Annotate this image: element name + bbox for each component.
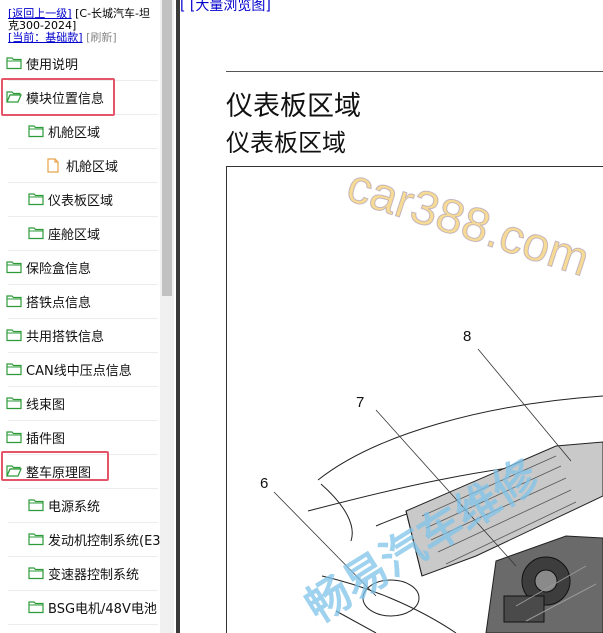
folder-icon	[28, 192, 44, 206]
tree-item-label: 机舱区域	[66, 159, 119, 175]
sidebar-tree: [返回上一级] [C-长城汽车-坦克300-2024] [当前：基础款] [刷新…	[0, 0, 160, 633]
tree-item[interactable]: 机舱区域	[28, 116, 100, 146]
tree-item[interactable]: 机舱区域	[46, 150, 118, 180]
tree-separator	[8, 420, 158, 421]
tree-item-label: 座舱区域	[48, 227, 101, 243]
tree-item[interactable]: 线束图	[6, 388, 65, 418]
refresh-link[interactable]: [刷新]	[86, 31, 117, 44]
tree-separator	[8, 250, 158, 251]
tree-separator	[8, 590, 158, 591]
tree-item-label: 变速器控制系统	[48, 567, 140, 583]
tree-separator	[8, 386, 158, 387]
tree-item[interactable]: 发动机控制系统(E3	[28, 524, 160, 554]
tree-item-label: 线束图	[26, 397, 66, 413]
callout-7: 7	[356, 394, 364, 411]
folder-icon	[28, 498, 44, 512]
tree-item[interactable]: CAN线中压点信息	[6, 354, 132, 384]
tree-item[interactable]: 搭铁点信息	[6, 286, 91, 316]
folder-icon	[28, 532, 44, 546]
folder-icon	[28, 226, 44, 240]
tree-separator	[8, 182, 158, 183]
folder-icon	[6, 294, 22, 308]
folder-icon	[6, 328, 22, 342]
tree-item-label: 使用说明	[26, 57, 79, 73]
tree-item-label: BSG电机/48V电池	[48, 601, 157, 617]
tree-item[interactable]: 插件图	[6, 422, 65, 452]
tree-separator	[8, 522, 158, 523]
tree-item[interactable]: 保险盒信息	[6, 252, 91, 282]
tree-separator	[8, 556, 158, 557]
tree-item-label: 保险盒信息	[26, 261, 92, 277]
tree-item[interactable]: 共用搭铁信息	[6, 320, 104, 350]
tree-separator	[8, 216, 158, 217]
tree-separator	[8, 624, 158, 625]
highlight-box-vehicle-schematic	[1, 451, 109, 481]
tree-item-label: 插件图	[26, 431, 66, 447]
tree-item-label: CAN线中压点信息	[26, 363, 132, 379]
large-view-link[interactable]: [ [大量浏览图]	[180, 0, 271, 15]
tree-item-label: 搭铁点信息	[26, 295, 92, 311]
folder-icon	[28, 566, 44, 580]
folder-icon	[28, 600, 44, 614]
folder-icon	[6, 362, 22, 376]
tree-separator	[8, 318, 158, 319]
tree-item[interactable]: 使用说明	[6, 48, 78, 78]
tree-item[interactable]: BSG电机/48V电池	[28, 592, 157, 622]
title-rule	[226, 71, 603, 72]
folder-icon	[6, 396, 22, 410]
folder-icon	[28, 124, 44, 138]
page-title: 仪表板区域	[226, 91, 361, 122]
callout-6: 6	[260, 475, 268, 492]
folder-icon	[6, 430, 22, 444]
tree-item[interactable]: 座舱区域	[28, 218, 100, 248]
sidebar-scrollbar-thumb[interactable]	[162, 0, 172, 296]
tree-item[interactable]: 电源系统	[28, 490, 100, 520]
tree-item-label: 机舱区域	[48, 125, 101, 141]
tree-item-label: 仪表板区域	[48, 193, 114, 209]
tree-separator	[8, 284, 158, 285]
tree-item[interactable]: 仪表板区域	[28, 184, 113, 214]
tree-separator	[8, 488, 158, 489]
tree-separator	[8, 148, 158, 149]
content-pane: [ [大量浏览图] 仪表板区域 仪表板区域 8 7 6 car388.com 畅…	[180, 0, 603, 633]
tree-item-label: 发动机控制系统(E3	[48, 533, 160, 549]
tree-item-label: 电源系统	[48, 499, 101, 515]
folder-icon	[6, 56, 22, 70]
tree-item-label: 共用搭铁信息	[26, 329, 105, 345]
callout-8: 8	[463, 328, 471, 345]
current-trim-link[interactable]: [当前：基础款]	[8, 31, 83, 44]
sidebar-header: [返回上一级] [C-长城汽车-坦克300-2024] [当前：基础款] [刷新…	[8, 8, 160, 44]
page-subtitle: 仪表板区域	[226, 129, 346, 157]
highlight-box-module-location	[1, 78, 115, 116]
dashboard-area-diagram: 8 7 6 car388.com 畅易汽车维修	[226, 166, 603, 633]
tree-item[interactable]: 变速器控制系统	[28, 558, 139, 588]
tree-separator	[8, 352, 158, 353]
page-icon	[46, 158, 62, 173]
folder-icon	[6, 260, 22, 274]
